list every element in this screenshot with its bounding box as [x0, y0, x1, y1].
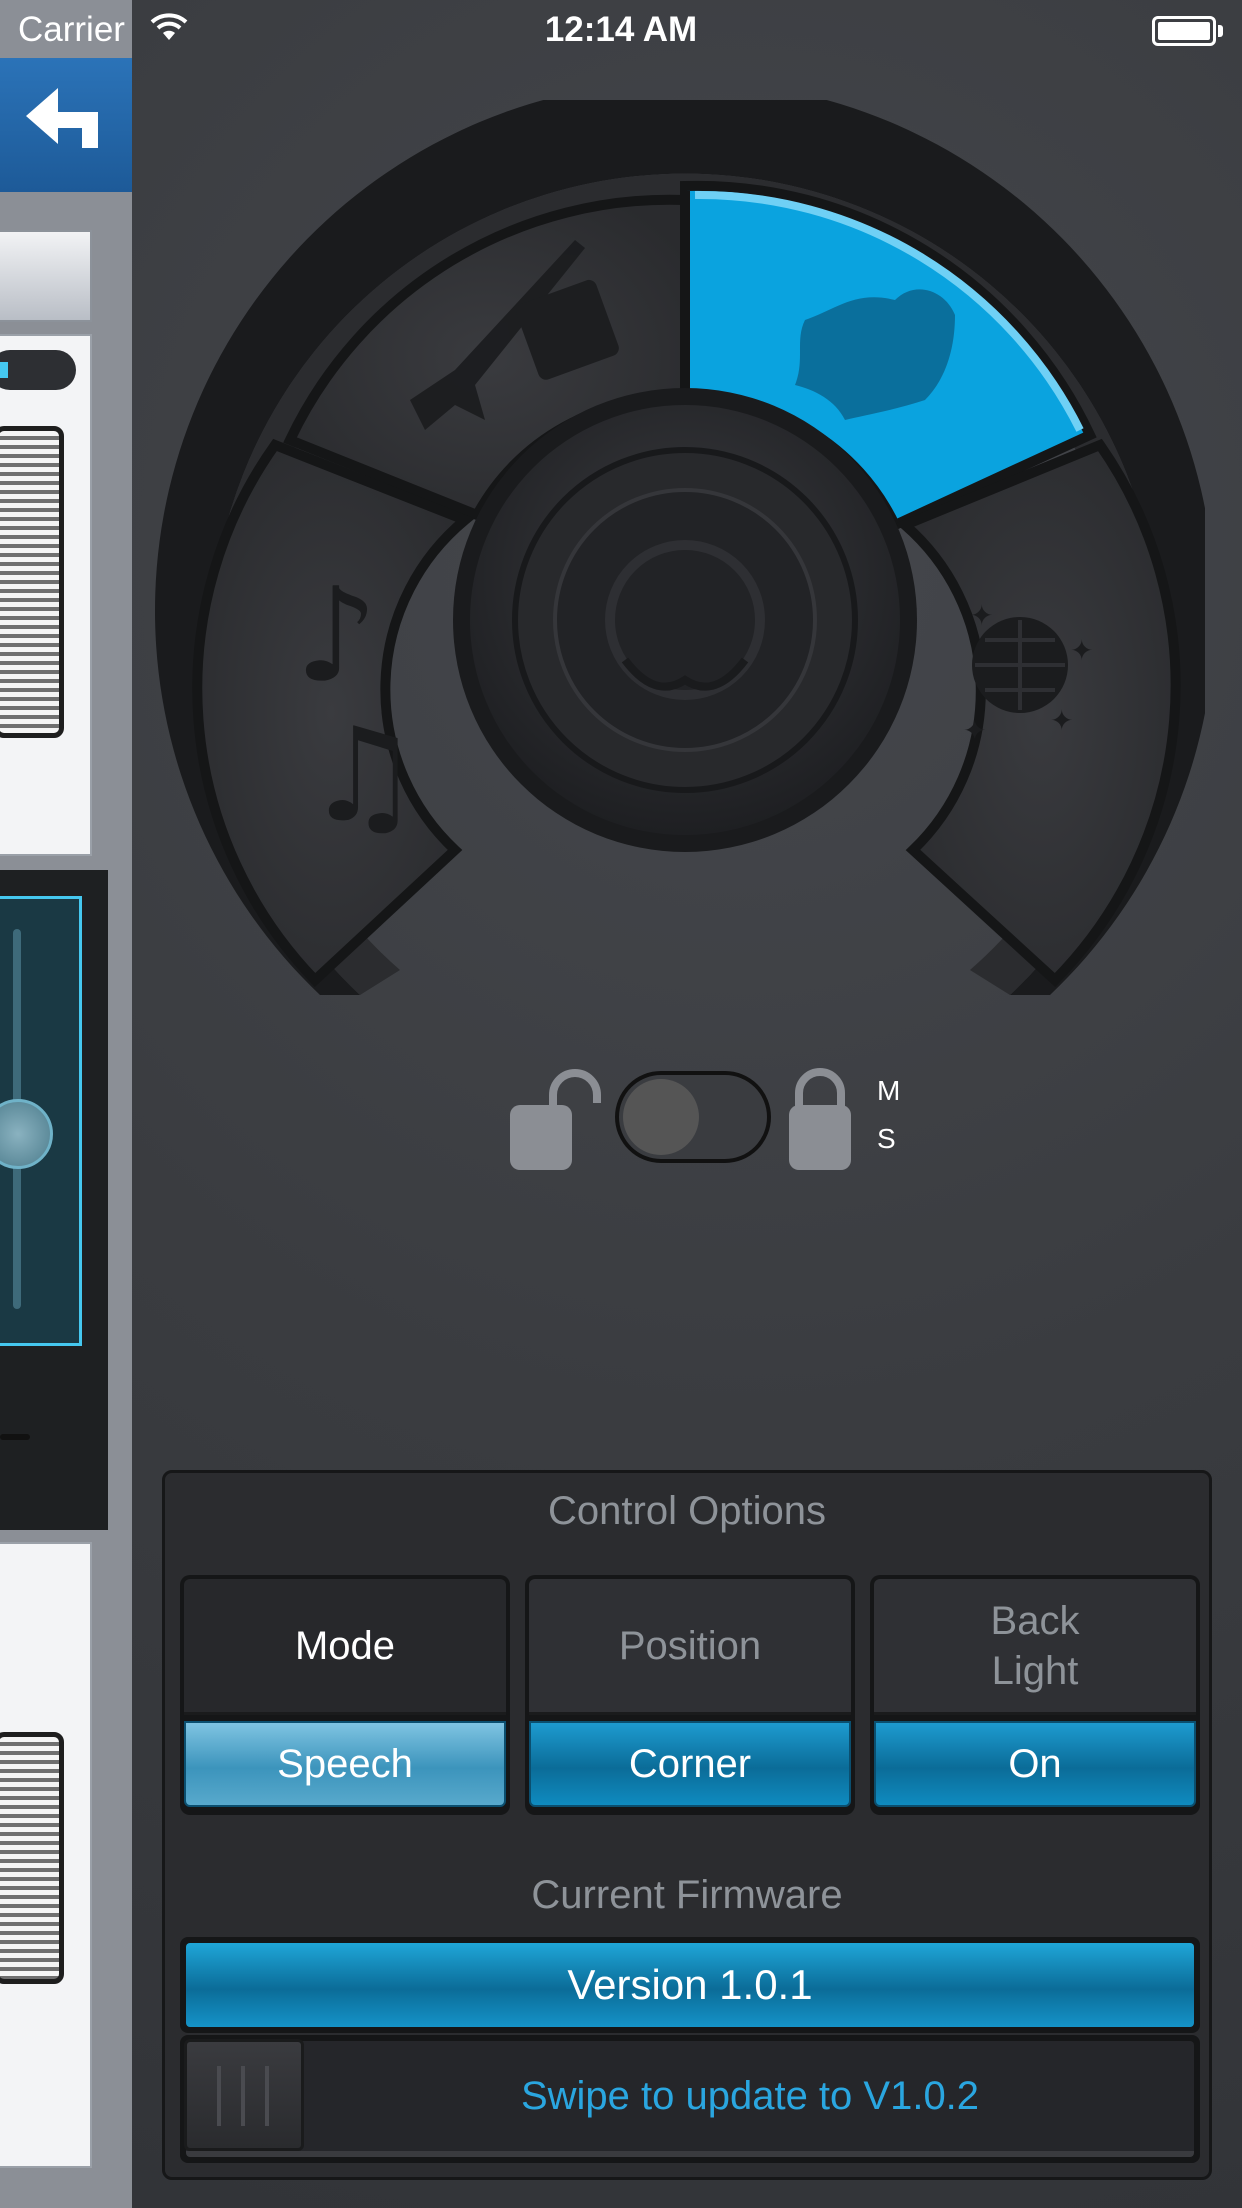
- dial-segment-disco[interactable]: ✦ ✦ ✦ ✦: [895, 438, 1181, 987]
- status-time: 12:14 AM: [544, 10, 698, 49]
- svg-text:✦: ✦: [970, 599, 993, 632]
- left-cyan-pad[interactable]: [0, 896, 82, 1346]
- battery-icon: [1152, 16, 1216, 46]
- left-fader-knob-2[interactable]: [0, 1732, 64, 1984]
- status-bar: Carrier 12:14 AM: [0, 0, 1242, 60]
- control-options-panel: Control Options Mode Speech Position Cor…: [162, 1470, 1212, 2180]
- firmware-version-label: Version 1.0.1: [186, 1943, 1194, 2027]
- grip-line-icon: [241, 2066, 245, 2126]
- left-pad-knob[interactable]: [0, 1099, 53, 1169]
- grip-line-icon: [217, 2066, 221, 2126]
- lock-toggle-switch[interactable]: [615, 1071, 771, 1163]
- control-options-title: Control Options: [548, 1489, 826, 1533]
- left-header-box: [0, 230, 92, 322]
- svg-text:✦: ✦: [1050, 704, 1073, 737]
- lock-icon: [789, 1068, 851, 1170]
- power-knob[interactable]: [453, 388, 917, 852]
- grip-line-icon: [265, 2066, 269, 2126]
- position-option-button[interactable]: Corner: [529, 1721, 851, 1807]
- swipe-handle[interactable]: [184, 2039, 304, 2151]
- mode-option: Mode Speech: [180, 1575, 510, 1815]
- unlock-icon: [510, 1069, 601, 1170]
- battery-tip: [1218, 25, 1223, 37]
- toggle-knob: [623, 1079, 699, 1155]
- lock-toggle-row: M S: [505, 1065, 925, 1175]
- left-white-card-2: [0, 1542, 92, 2168]
- swipe-track: Swipe to update to V1.0.2: [186, 2041, 1194, 2157]
- swipe-to-update-slider[interactable]: Swipe to update to V1.0.2: [180, 2035, 1200, 2163]
- svg-text:♫: ♫: [305, 699, 422, 851]
- backlight-option-button[interactable]: On: [874, 1721, 1196, 1807]
- left-dark-section: [0, 870, 108, 1530]
- firmware-version-bar: Version 1.0.1: [180, 1937, 1200, 2033]
- mode-option-button[interactable]: Speech: [184, 1721, 506, 1807]
- left-panel: [0, 0, 132, 2208]
- svg-text:✦: ✦: [963, 714, 986, 747]
- left-mini-slider[interactable]: [0, 350, 76, 390]
- mode-option-label: Mode: [184, 1579, 506, 1715]
- mode-label-m: M: [877, 1075, 901, 1106]
- back-arrow-icon: [26, 88, 98, 148]
- mode-label-s: S: [877, 1123, 896, 1154]
- backlight-option: Back Light On: [870, 1575, 1200, 1815]
- svg-text:♪: ♪: [295, 559, 378, 711]
- back-button[interactable]: [0, 58, 132, 192]
- swipe-to-update-label: Swipe to update to V1.0.2: [520, 2073, 980, 2118]
- position-option: Position Corner: [525, 1575, 855, 1815]
- left-fader-knob[interactable]: [0, 426, 64, 738]
- backlight-option-label: Back Light: [874, 1579, 1196, 1715]
- dial-segment-music[interactable]: ♪ ♫: [192, 438, 475, 988]
- left-white-card: [0, 334, 92, 856]
- mode-dial: ✦ ✦ ✦ ✦ ♪ ♫: [155, 100, 1205, 995]
- firmware-title: Current Firmware: [531, 1873, 843, 1917]
- position-option-label: Position: [529, 1579, 851, 1715]
- svg-text:✦: ✦: [1070, 634, 1093, 667]
